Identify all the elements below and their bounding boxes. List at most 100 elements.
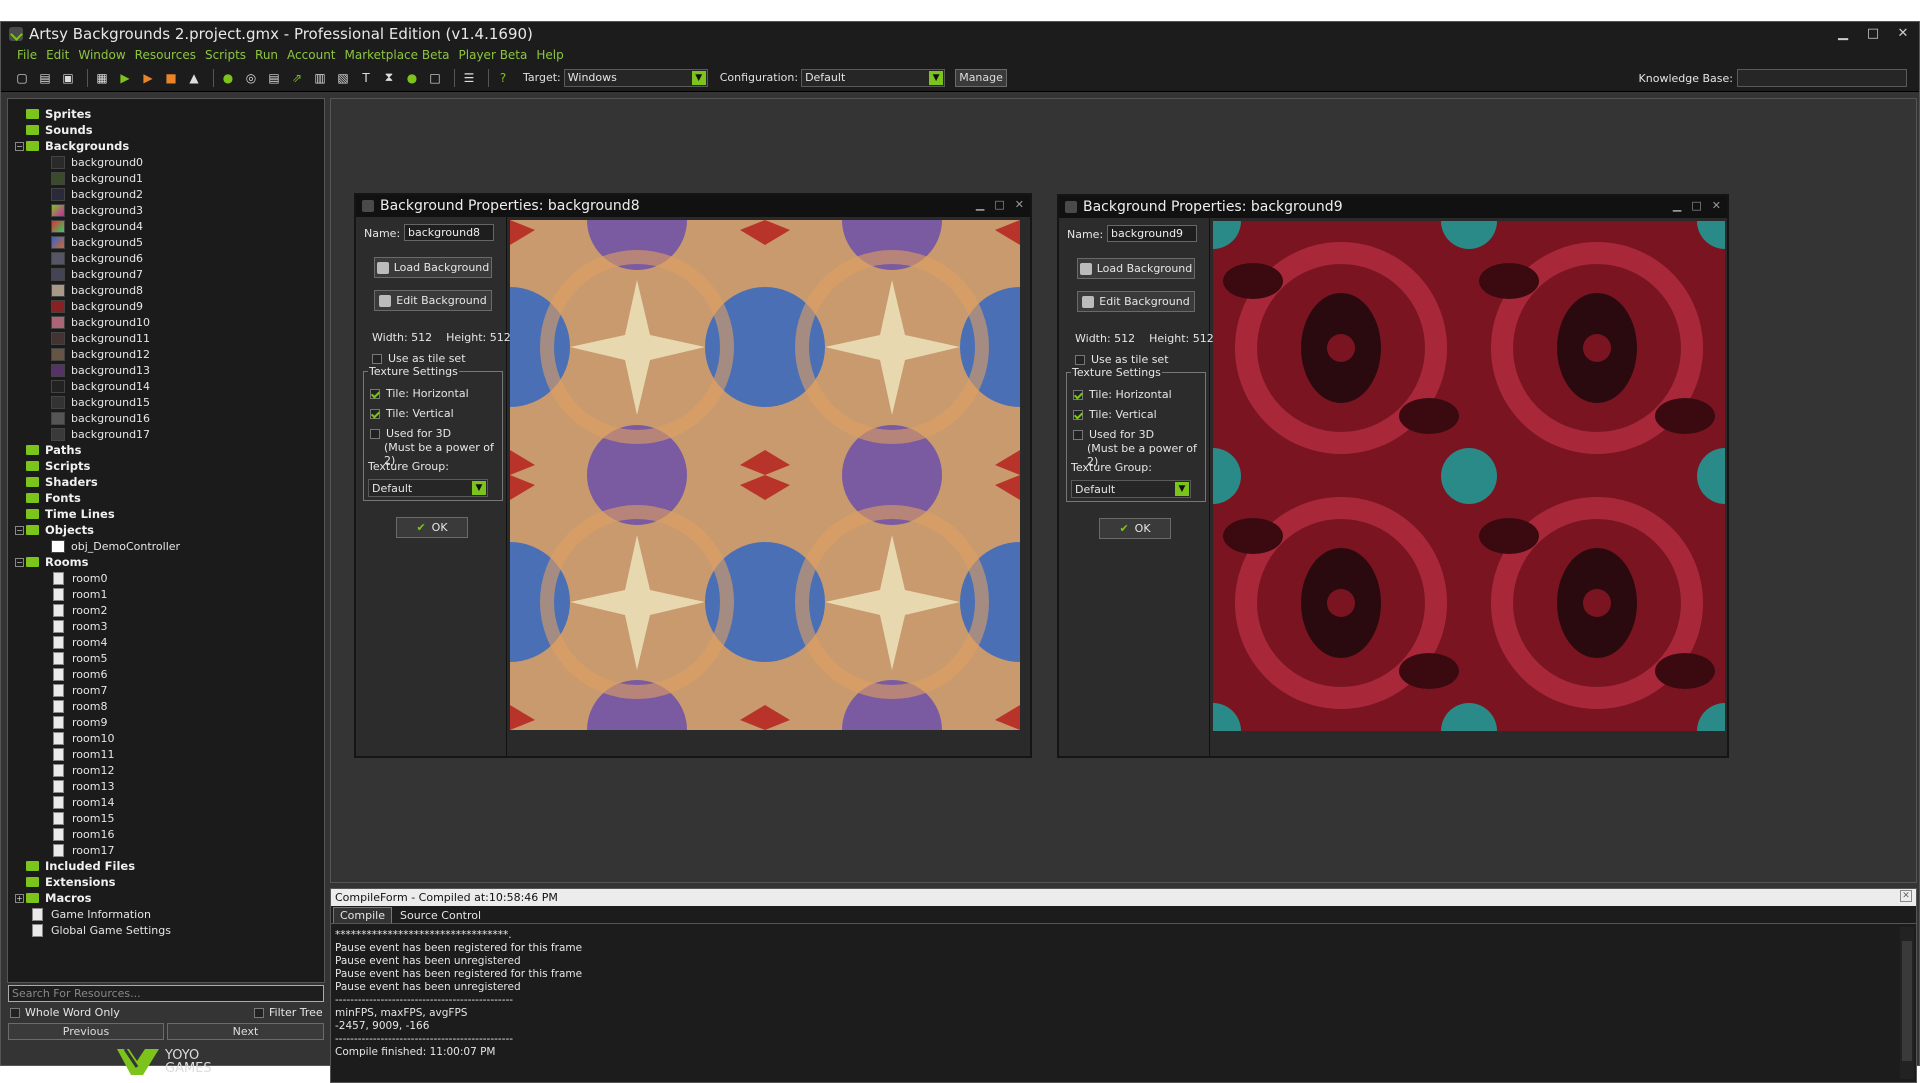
menu-help[interactable]: Help: [536, 48, 563, 62]
texture-group-select[interactable]: Default ▼: [368, 479, 488, 497]
tile-vertical-checkbox[interactable]: [1073, 409, 1083, 420]
tree-item-room15[interactable]: room15: [53, 810, 114, 826]
help-icon[interactable]: ?: [494, 69, 512, 87]
tree-item-background4[interactable]: background4: [51, 218, 143, 234]
add-font-icon[interactable]: T: [357, 69, 375, 87]
tree-item-scripts[interactable]: Scripts: [26, 458, 90, 474]
tile-vertical-checkbox[interactable]: [370, 408, 380, 419]
tileset-checkbox[interactable]: [1075, 354, 1085, 365]
ok-button[interactable]: ✔ OK: [396, 517, 468, 538]
tree-item-game-information[interactable]: Game Information: [32, 906, 151, 922]
tree-item-room3[interactable]: room3: [53, 618, 107, 634]
close-icon[interactable]: ✕: [1015, 198, 1024, 211]
add-timeline-icon[interactable]: ⧗: [380, 69, 398, 87]
open-project-icon[interactable]: ▤: [36, 69, 54, 87]
tree-item-obj-democontroller[interactable]: obj_DemoController: [51, 538, 180, 554]
tree-item-background5[interactable]: background5: [51, 234, 143, 250]
new-project-icon[interactable]: ▢: [13, 69, 31, 87]
tree-item-room9[interactable]: room9: [53, 714, 107, 730]
used-for-3d-option[interactable]: Used for 3D: [370, 427, 451, 440]
use-as-tileset-option[interactable]: Use as tile set: [1075, 353, 1169, 366]
add-script-icon[interactable]: ▥: [311, 69, 329, 87]
name-input[interactable]: background9: [1107, 225, 1197, 242]
minimize-button[interactable]: ▁: [1833, 24, 1853, 42]
minimize-icon[interactable]: ▁: [1673, 199, 1681, 212]
stop-icon[interactable]: ■: [162, 69, 180, 87]
tab-compile[interactable]: Compile: [333, 907, 392, 923]
tile-horizontal-option[interactable]: Tile: Horizontal: [1073, 388, 1172, 401]
menu-run[interactable]: Run: [255, 48, 278, 62]
tree-item-background0[interactable]: background0: [51, 154, 143, 170]
scrollbar-thumb[interactable]: [1902, 941, 1912, 1061]
tree-item-backgrounds[interactable]: Backgrounds: [26, 138, 129, 154]
tree-item-room10[interactable]: room10: [53, 730, 114, 746]
tile-horizontal-checkbox[interactable]: [370, 388, 380, 399]
tree-item-room8[interactable]: room8: [53, 698, 107, 714]
tree-item-background1[interactable]: background1: [51, 170, 143, 186]
load-background-button[interactable]: Load Background: [1077, 258, 1195, 279]
tree-item-background9[interactable]: background9: [51, 298, 143, 314]
add-object-icon[interactable]: ●: [403, 69, 421, 87]
tree-item-room11[interactable]: room11: [53, 746, 114, 762]
ok-button[interactable]: ✔ OK: [1099, 518, 1171, 539]
tree-item-fonts[interactable]: Fonts: [26, 490, 81, 506]
tree-item-background7[interactable]: background7: [51, 266, 143, 282]
name-input[interactable]: background8: [404, 224, 494, 241]
configuration-select[interactable]: Default ▼: [801, 68, 946, 87]
tile-vertical-option[interactable]: Tile: Vertical: [370, 407, 454, 420]
tree-item-sprites[interactable]: Sprites: [26, 106, 91, 122]
tree-item-room17[interactable]: room17: [53, 842, 114, 858]
maximize-button[interactable]: □: [1863, 24, 1883, 42]
tree-item-room0[interactable]: room0: [53, 570, 107, 586]
tile-horizontal-checkbox[interactable]: [1073, 389, 1083, 400]
output-scrollbar[interactable]: [1900, 927, 1914, 1079]
background-properties-window[interactable]: Background Properties: background9 ▁ □ ✕ N…: [1057, 194, 1729, 758]
collapse-icon[interactable]: −: [15, 526, 24, 535]
tree-item-macros[interactable]: Macros: [26, 890, 91, 906]
tree-item-background6[interactable]: background6: [51, 250, 143, 266]
create-executable-icon[interactable]: ▦: [93, 69, 111, 87]
next-button[interactable]: Next: [167, 1023, 324, 1040]
tree-item-room13[interactable]: room13: [53, 778, 114, 794]
menu-player[interactable]: Player Beta: [459, 48, 528, 62]
tree-item-room14[interactable]: room14: [53, 794, 114, 810]
whole-word-checkbox[interactable]: [10, 1007, 20, 1018]
tree-item-shaders[interactable]: Shaders: [26, 474, 98, 490]
tree-item-background8[interactable]: background8: [51, 282, 143, 298]
tree-item-background11[interactable]: background11: [51, 330, 150, 346]
close-icon[interactable]: ✕: [1900, 890, 1912, 902]
add-sprite-icon[interactable]: ●: [219, 69, 237, 87]
game-settings-icon[interactable]: ☰: [460, 69, 478, 87]
tree-item-background10[interactable]: background10: [51, 314, 150, 330]
edit-background-button[interactable]: Edit Background: [1077, 291, 1195, 312]
tile-horizontal-option[interactable]: Tile: Horizontal: [370, 387, 469, 400]
load-background-button[interactable]: Load Background: [374, 257, 492, 278]
tree-item-paths[interactable]: Paths: [26, 442, 81, 458]
tree-item-timelines[interactable]: Time Lines: [26, 506, 115, 522]
tree-item-room16[interactable]: room16: [53, 826, 114, 842]
manage-button[interactable]: Manage: [955, 68, 1008, 87]
tree-item-room6[interactable]: room6: [53, 666, 107, 682]
menu-scripts[interactable]: Scripts: [205, 48, 246, 62]
tree-item-background15[interactable]: background15: [51, 394, 150, 410]
window-title-bar[interactable]: Background Properties: background9 ▁ □ ✕: [1059, 196, 1727, 218]
expand-icon[interactable]: +: [15, 894, 24, 903]
previous-button[interactable]: Previous: [8, 1023, 164, 1040]
filter-tree-checkbox[interactable]: [254, 1007, 264, 1018]
minimize-icon[interactable]: ▁: [976, 198, 984, 211]
run-icon[interactable]: ▶: [116, 69, 134, 87]
tree-item-background14[interactable]: background14: [51, 378, 150, 394]
tree-item-extensions[interactable]: Extensions: [26, 874, 115, 890]
tree-item-room4[interactable]: room4: [53, 634, 107, 650]
used-for-3d-option[interactable]: Used for 3D: [1073, 428, 1154, 441]
tab-source-control[interactable]: Source Control: [394, 908, 487, 923]
tree-item-background12[interactable]: background12: [51, 346, 150, 362]
menu-window[interactable]: Window: [78, 48, 125, 62]
window-title-bar[interactable]: Background Properties: background8 ▁ □ ✕: [356, 195, 1030, 217]
collapse-icon[interactable]: −: [15, 558, 24, 567]
clean-icon[interactable]: ▲: [185, 69, 203, 87]
whole-word-option[interactable]: Whole Word Only: [10, 1006, 120, 1019]
add-sound-icon[interactable]: ◎: [242, 69, 260, 87]
debug-icon[interactable]: ▶: [139, 69, 157, 87]
tree-item-room5[interactable]: room5: [53, 650, 107, 666]
